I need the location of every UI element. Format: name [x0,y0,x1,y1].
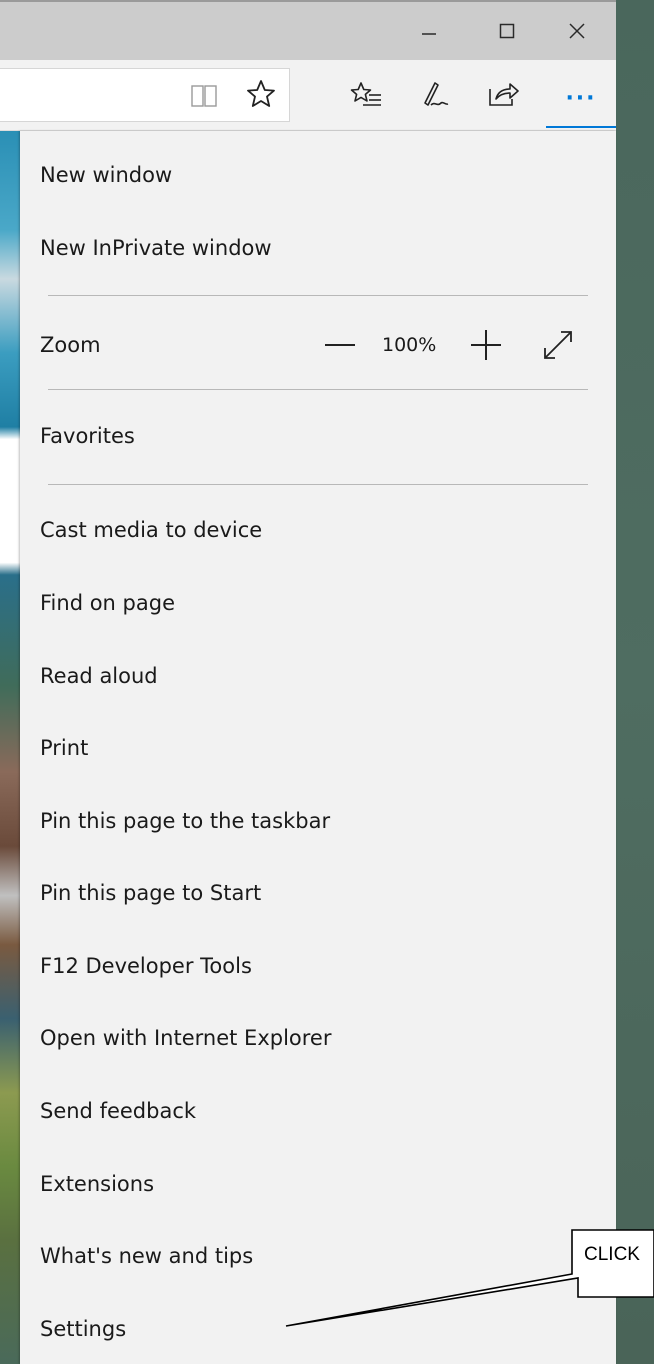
close-icon [569,23,585,39]
settings-and-more-menu: New window New InPrivate window Zoom 100… [20,131,616,1364]
zoom-label: Zoom [40,333,101,357]
menu-item-favorites[interactable]: Favorites [40,421,135,451]
menu-item-pin-taskbar[interactable]: Pin this page to the taskbar [40,806,330,836]
maximize-button[interactable] [472,2,542,60]
minimize-button[interactable] [394,2,464,60]
maximize-icon [499,23,515,39]
menu-divider [48,389,588,390]
star-icon[interactable] [243,76,279,112]
menu-item-find-on-page[interactable]: Find on page [40,588,175,618]
share-icon[interactable] [485,77,521,113]
menu-item-cast-media[interactable]: Cast media to device [40,515,262,545]
menu-divider [48,295,588,296]
close-button[interactable] [542,2,612,60]
expand-icon [544,331,572,359]
menu-item-settings[interactable]: Settings [40,1314,126,1344]
minus-icon [325,344,355,346]
title-bar [0,0,616,60]
menu-item-open-ie[interactable]: Open with Internet Explorer [40,1023,332,1053]
desktop-background [616,0,654,1364]
browser-toolbar: ··· [0,60,616,131]
menu-item-pin-start[interactable]: Pin this page to Start [40,878,261,908]
menu-item-read-aloud[interactable]: Read aloud [40,661,158,691]
zoom-level: 100% [382,334,437,356]
reading-view-icon[interactable] [188,80,220,112]
menu-item-print[interactable]: Print [40,733,88,763]
menu-item-send-feedback[interactable]: Send feedback [40,1096,196,1126]
favorites-list-icon[interactable] [348,77,384,113]
menu-item-whats-new[interactable]: What's new and tips [40,1241,253,1271]
webpage-content[interactable] [0,131,20,1364]
more-icon[interactable]: ··· [546,70,616,128]
zoom-out-button[interactable] [320,325,360,365]
plus-icon [471,330,501,360]
fullscreen-button[interactable] [540,327,576,363]
callout-label: CLICK [584,1244,640,1265]
menu-item-new-inprivate-window[interactable]: New InPrivate window [40,233,272,263]
menu-item-new-window[interactable]: New window [40,160,172,190]
minimize-icon [422,33,436,35]
menu-item-extensions[interactable]: Extensions [40,1169,154,1199]
menu-item-developer-tools[interactable]: F12 Developer Tools [40,951,252,981]
menu-divider [48,484,588,485]
pen-icon[interactable] [416,77,452,113]
zoom-in-button[interactable] [466,325,506,365]
